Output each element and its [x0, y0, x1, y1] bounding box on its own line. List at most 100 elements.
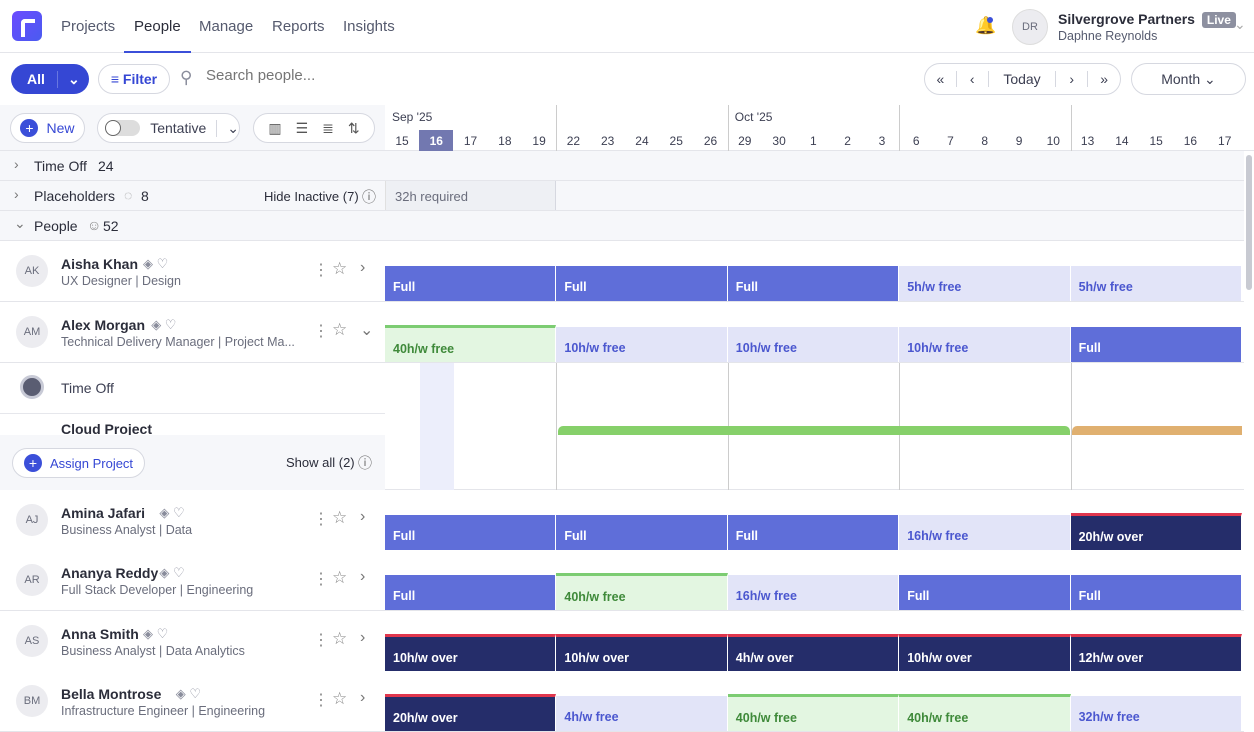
person-row[interactable]: AS Anna Smith ◈ ♡ Business Analyst | Data A…	[0, 611, 1244, 672]
list-icon[interactable]: ≣	[322, 120, 334, 137]
day-label[interactable]: 17	[1208, 130, 1242, 152]
nav-reports[interactable]: Reports	[262, 0, 335, 53]
new-button[interactable]: + New	[10, 113, 85, 143]
day-label[interactable]: 24	[625, 130, 659, 152]
more-options-icon[interactable]: ⋮	[313, 321, 329, 341]
day-label[interactable]: 25	[659, 130, 693, 152]
next-icon[interactable]: ›	[1056, 71, 1089, 87]
capacity-bar[interactable]: 10h/w over	[385, 634, 557, 671]
nav-people[interactable]: People	[124, 0, 191, 53]
capacity-bar[interactable]: 32h/w free	[1070, 696, 1242, 731]
capacity-bar[interactable]: 4h/w free	[556, 696, 728, 731]
day-label[interactable]: 1	[796, 130, 830, 152]
day-label[interactable]: 13	[1071, 130, 1105, 152]
filter-button[interactable]: ≡ Filter	[98, 64, 170, 94]
capacity-bar[interactable]: 5h/w free	[899, 266, 1071, 301]
scrollbar[interactable]	[1246, 155, 1252, 290]
capacity-bar[interactable]: Full	[385, 515, 557, 550]
star-icon[interactable]: ☆	[332, 320, 347, 340]
person-name[interactable]: Ananya Reddy	[61, 565, 158, 581]
day-label[interactable]: 14	[1105, 130, 1139, 152]
nav-insights[interactable]: Insights	[333, 0, 405, 53]
capacity-bar[interactable]: 40h/w free	[385, 325, 557, 362]
hide-inactive-button[interactable]: Hide Inactive (7)	[264, 189, 359, 204]
app-logo[interactable]	[12, 11, 42, 41]
capacity-bar[interactable]: 10h/w free	[556, 327, 728, 362]
person-row[interactable]: AM Alex Morgan ◈ ♡ Technical Delivery Manag…	[0, 302, 1244, 363]
day-label[interactable]: 2	[831, 130, 865, 152]
capacity-bar[interactable]: 12h/w over	[1070, 634, 1242, 671]
person-name[interactable]: Aisha Khan	[61, 256, 138, 272]
capacity-bar[interactable]: 20h/w over	[1070, 513, 1242, 550]
more-options-icon[interactable]: ⋮	[313, 630, 329, 650]
project-bar[interactable]	[558, 426, 1070, 435]
group-people[interactable]: ⌄ People ☺ 52	[0, 211, 1244, 241]
day-today[interactable]: 16	[419, 130, 454, 152]
chevron-right-icon[interactable]: ›	[360, 508, 365, 526]
capacity-bar[interactable]: 10h/w free	[727, 327, 900, 362]
chevron-down-icon[interactable]: ⌄	[216, 119, 239, 137]
person-name[interactable]: Bella Montrose	[61, 686, 161, 702]
all-filter-dropdown[interactable]: All ⌄	[11, 64, 89, 94]
capacity-bar[interactable]: Full	[556, 515, 728, 550]
day-label[interactable]: 6	[899, 130, 933, 152]
day-label[interactable]: 18	[488, 130, 522, 152]
person-row[interactable]: AJ Amina Jafari ◈ ♡ Business Analyst | Data…	[0, 490, 1244, 551]
capacity-bar[interactable]: 10h/w over	[899, 634, 1071, 671]
star-icon[interactable]: ☆	[332, 689, 347, 709]
capacity-bar[interactable]: 16h/w free	[899, 515, 1071, 550]
day-label[interactable]: 26	[694, 130, 728, 152]
show-all-button[interactable]: Show all (2)	[286, 455, 355, 470]
capacity-bar[interactable]: 10h/w free	[899, 327, 1071, 362]
chevron-right-icon[interactable]: ›	[360, 568, 365, 586]
chevron-right-icon[interactable]: ›	[360, 259, 365, 277]
day-label[interactable]: 9	[1002, 130, 1036, 152]
more-options-icon[interactable]: ⋮	[313, 569, 329, 589]
help-icon[interactable]: ⓘ	[358, 453, 372, 473]
capacity-bar[interactable]: 10h/w over	[556, 634, 728, 671]
capacity-bar[interactable]: Full	[727, 515, 900, 550]
help-icon[interactable]: ⓘ	[362, 187, 376, 207]
person-row[interactable]: AR Ananya Reddy ◈ ♡ Full Stack Developer | …	[0, 550, 1244, 611]
day-label[interactable]: 23	[591, 130, 625, 152]
capacity-bar[interactable]: 20h/w over	[385, 694, 557, 731]
capacity-bar[interactable]: Full	[899, 575, 1071, 610]
day-label[interactable]: 15	[385, 130, 419, 152]
view-select[interactable]: Month ⌄	[1131, 63, 1246, 95]
assign-project-button[interactable]: + Assign Project	[12, 448, 145, 478]
avatar[interactable]: DR	[1012, 9, 1048, 45]
day-label[interactable]: 30	[762, 130, 796, 152]
group-time-off[interactable]: › Time Off 24	[0, 151, 1244, 181]
more-options-icon[interactable]: ⋮	[313, 509, 329, 529]
capacity-bar[interactable]: Full	[385, 266, 557, 301]
toggle-switch[interactable]	[105, 120, 141, 136]
account-chevron-down-icon[interactable]: ⌄	[1234, 16, 1246, 33]
day-label[interactable]: 3	[865, 130, 899, 152]
chevron-right-icon[interactable]: ›	[14, 156, 19, 172]
chevron-down-icon[interactable]: ⌄	[360, 320, 373, 340]
previous-icon[interactable]: ‹	[957, 71, 989, 87]
day-label[interactable]: 29	[728, 130, 762, 152]
chevron-down-icon[interactable]: ⌄	[14, 215, 26, 232]
person-name[interactable]: Anna Smith	[61, 626, 139, 642]
tentative-toggle[interactable]: Tentative ⌄	[97, 113, 240, 143]
person-row[interactable]: BM Bella Montrose ◈ ♡ Infrastructure Engine…	[0, 671, 1244, 732]
today-button[interactable]: Today	[989, 71, 1057, 87]
sort-icon[interactable]: ⇅	[348, 120, 360, 137]
chevron-right-icon[interactable]: ›	[14, 186, 19, 202]
star-icon[interactable]: ☆	[332, 629, 347, 649]
capacity-bar[interactable]: 16h/w free	[727, 575, 900, 610]
sliders-icon[interactable]: ☰	[296, 120, 309, 137]
capacity-bar[interactable]: 40h/w free	[556, 573, 728, 610]
jump-back-icon[interactable]: «	[925, 71, 957, 87]
chevron-right-icon[interactable]: ›	[360, 689, 365, 707]
capacity-bar[interactable]: 40h/w free	[727, 694, 900, 731]
day-label[interactable]: 16	[1173, 130, 1207, 152]
star-icon[interactable]: ☆	[332, 568, 347, 588]
star-icon[interactable]: ☆	[332, 508, 347, 528]
nav-manage[interactable]: Manage	[189, 0, 263, 53]
capacity-bar[interactable]: 5h/w free	[1070, 266, 1242, 301]
notification-bell-icon[interactable]: 🔔	[975, 16, 996, 36]
more-options-icon[interactable]: ⋮	[313, 260, 329, 280]
jump-forward-icon[interactable]: »	[1088, 71, 1120, 87]
